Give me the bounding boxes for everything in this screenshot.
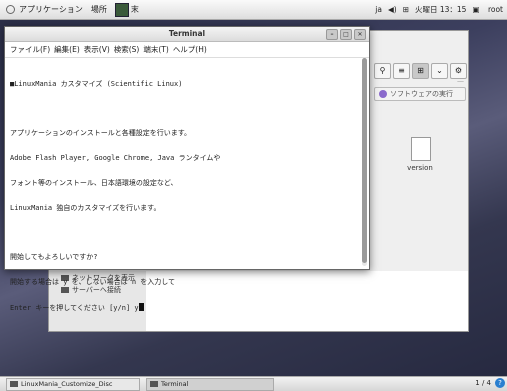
terminal-line: アプリケーションのインストールと各種設定を行います。 xyxy=(10,129,192,138)
lang-indicator[interactable]: ja xyxy=(375,5,382,14)
task-file-manager[interactable]: LinuxMania_Customize_Disc xyxy=(6,377,140,391)
clock[interactable]: 火曜日 13：15 xyxy=(415,4,466,15)
volume-icon[interactable]: ◀) xyxy=(388,5,397,14)
grid-view-icon[interactable]: ⊞ xyxy=(412,63,429,79)
task-terminal[interactable]: Terminal xyxy=(146,377,274,391)
terminal-line: 開始してもよろしいですか? xyxy=(10,253,98,262)
terminal-cursor xyxy=(138,303,144,312)
close-icon[interactable]: ✕ xyxy=(354,29,366,40)
terminal-line: ■LinuxMania カスタマイズ (Scientific Linux) xyxy=(10,79,183,88)
menu-file[interactable]: ファイル(F) xyxy=(10,44,50,55)
help-icon[interactable]: ? xyxy=(495,378,505,388)
terminal-line: Adobe Flash Player, Google Chrome, Java … xyxy=(10,153,221,162)
terminal-launcher-icon[interactable] xyxy=(114,2,129,17)
task-label: LinuxMania_Customize_Disc xyxy=(21,380,113,388)
terminal-line: 開始する場合は y を、しない場合は n を入力して xyxy=(10,278,176,287)
list-view-icon[interactable]: ≡ xyxy=(393,63,410,79)
scrollbar-thumb[interactable] xyxy=(362,58,367,263)
run-software-label: ソフトウェアの実行 xyxy=(390,90,453,98)
terminal-window: Terminal – □ ✕ ファイル(F) 編集(E) 表示(V) 検索(S)… xyxy=(4,26,370,312)
user-menu[interactable]: ▣ root xyxy=(472,5,503,14)
file-icon[interactable] xyxy=(411,137,431,161)
applications-icon[interactable] xyxy=(6,5,15,14)
bottom-taskbar: LinuxMania_Customize_Disc Terminal 1 / 4… xyxy=(0,376,507,391)
menu-terminal[interactable]: 端末(T) xyxy=(143,44,168,55)
software-icon xyxy=(379,90,387,98)
gear-icon[interactable]: ⚙ xyxy=(450,63,467,79)
run-software-button[interactable]: ソフトウェアの実行 xyxy=(374,87,466,101)
file-label[interactable]: version xyxy=(399,164,441,172)
terminal-line: Enter キーを押してください [y/n] y xyxy=(10,304,139,313)
menu-help[interactable]: ヘルプ(H) xyxy=(173,44,207,55)
terminal-scrollbar[interactable] xyxy=(362,58,367,266)
menu-view[interactable]: 表示(V) xyxy=(84,44,110,55)
search-icon[interactable]: ⚲ xyxy=(374,63,391,79)
applications-menu[interactable]: アプリケーション xyxy=(19,4,83,15)
user-name: root xyxy=(487,5,503,14)
terminal-menubar: ファイル(F) 編集(E) 表示(V) 検索(S) 端末(T) ヘルプ(H) xyxy=(5,42,369,58)
workspace-pager[interactable]: 1 / 4 xyxy=(475,379,491,387)
top-right-tray: ja ◀) ⊞ 火曜日 13：15 ▣ root xyxy=(369,4,503,15)
chevron-down-icon[interactable]: ⌄ xyxy=(431,63,448,79)
top-menu: アプリケーション 場所 末 xyxy=(19,2,147,17)
menu-search[interactable]: 検索(S) xyxy=(114,44,140,55)
menu-edit[interactable]: 編集(E) xyxy=(54,44,80,55)
view-toolbar: ⚲ ≡ ⊞ ⌄ ⚙ xyxy=(374,63,469,79)
places-menu[interactable]: 場所 xyxy=(91,4,107,15)
terminal-icon xyxy=(150,381,158,387)
task-label: Terminal xyxy=(161,380,189,388)
terminal-title: Terminal xyxy=(168,29,206,38)
top-panel: アプリケーション 場所 末 ja ◀) ⊞ 火曜日 13：15 ▣ root xyxy=(0,0,507,20)
minimize-icon[interactable]: – xyxy=(326,29,338,40)
network-icon[interactable]: ⊞ xyxy=(403,5,409,14)
terminal-window-controls: – □ ✕ xyxy=(324,29,366,40)
folder-icon xyxy=(10,381,18,387)
terminal-titlebar[interactable]: Terminal – □ ✕ xyxy=(5,27,369,42)
maximize-icon[interactable]: □ xyxy=(340,29,352,40)
terminal-line: フォント等のインストール、日本語環境の設定など、 xyxy=(10,178,178,187)
terminal-output[interactable]: ■LinuxMania カスタマイズ (Scientific Linux) アプ… xyxy=(10,63,357,312)
launcher-text: 末 xyxy=(130,5,139,14)
terminal-prompt-line: Enter キーを押してください [y/n] y xyxy=(10,303,357,312)
terminal-line: LinuxMania 独自のカスタマイズを行います。 xyxy=(10,203,161,212)
